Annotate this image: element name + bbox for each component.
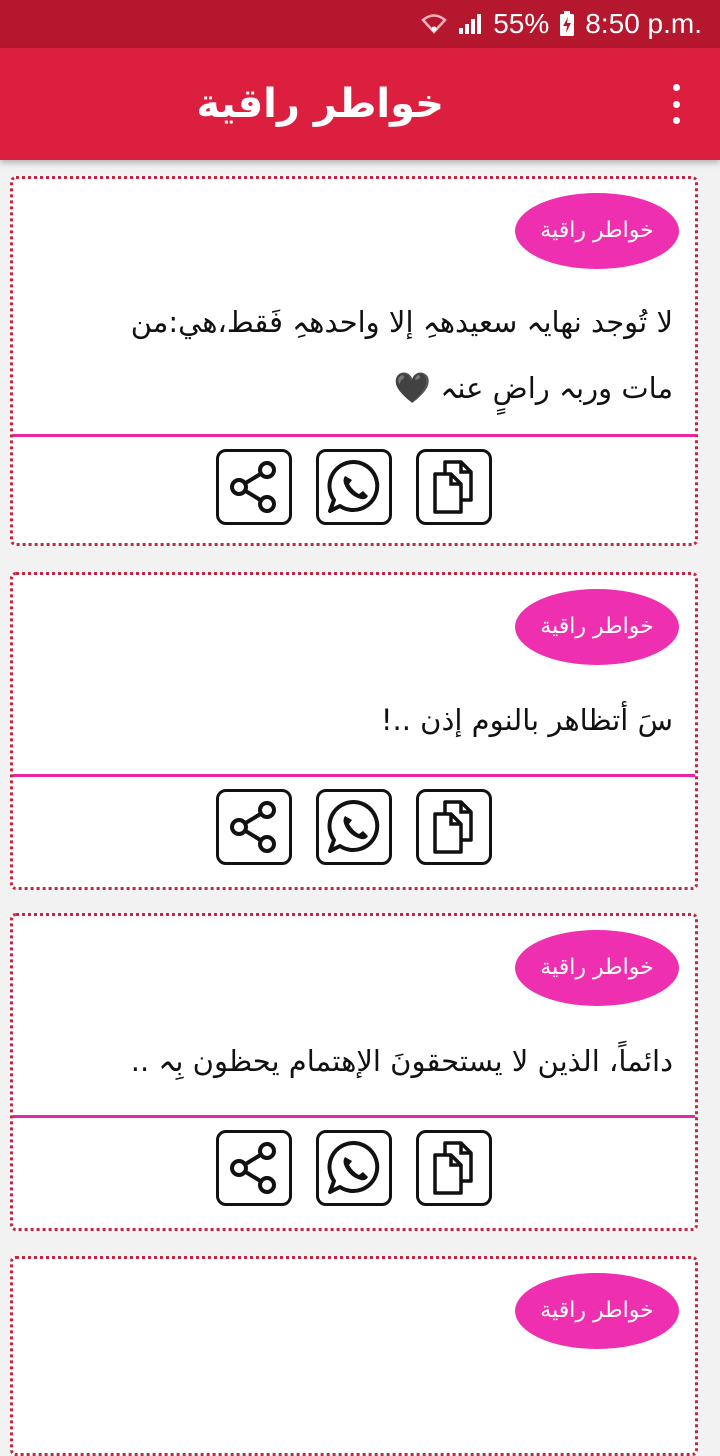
whatsapp-button[interactable] — [316, 789, 392, 865]
card-divider — [13, 434, 695, 437]
quote-card: خواطر راقية لا تُوجد نهايہ سعيدهہِ إلا و… — [10, 176, 698, 546]
copy-icon — [433, 460, 473, 514]
card-divider — [13, 774, 695, 777]
quote-text: دائماً، الذين لا يستحقونَ الإهتمام يحظون… — [41, 1028, 673, 1094]
share-icon — [230, 801, 276, 853]
status-bar: 55% 8:50 p.m. — [0, 0, 720, 48]
clock: 8:50 p.m. — [585, 8, 702, 39]
card-actions — [13, 449, 695, 525]
quote-card: خواطر راقية دائماً، الذين لا يستحقونَ ال… — [10, 913, 698, 1231]
quote-line: لا تُوجد نهايہ سعيدهہِ إلا واحدهہِ فَقط،… — [130, 305, 673, 339]
whatsapp-button[interactable] — [316, 449, 392, 525]
whatsapp-button[interactable] — [316, 1130, 392, 1206]
copy-icon — [433, 800, 473, 854]
black-heart-icon: 🖤 — [393, 371, 432, 406]
share-icon — [230, 1142, 276, 1194]
quote-card: خواطر راقية — [10, 1256, 698, 1456]
copy-button[interactable] — [416, 1130, 492, 1206]
copy-button[interactable] — [416, 789, 492, 865]
page-title: خواطر راقية — [196, 81, 444, 127]
card-actions — [13, 1130, 695, 1206]
quote-line: سَ أتظاهر بالنوم إذن ..! — [380, 703, 673, 737]
battery-charging-icon — [559, 11, 575, 37]
app-bar: خواطر راقية — [0, 48, 720, 160]
share-button[interactable] — [216, 789, 292, 865]
card-actions — [13, 789, 695, 865]
quote-text: لا تُوجد نهايہ سعيدهہِ إلا واحدهہِ فَقط،… — [41, 289, 673, 422]
whatsapp-icon — [327, 1140, 380, 1194]
signal-icon — [457, 12, 483, 36]
whatsapp-icon — [327, 459, 380, 513]
copy-button[interactable] — [416, 449, 492, 525]
category-badge: خواطر راقية — [515, 1273, 679, 1349]
quote-line-last: مات وربہ راضٍ عنہ 🖤 — [393, 371, 673, 406]
quote-text: سَ أتظاهر بالنوم إذن ..! — [41, 687, 673, 753]
battery-level: 55% — [493, 8, 550, 39]
copy-icon — [433, 1141, 473, 1195]
category-badge: خواطر راقية — [515, 589, 679, 665]
share-button[interactable] — [216, 449, 292, 525]
share-button[interactable] — [216, 1130, 292, 1206]
quote-line: دائماً، الذين لا يستحقونَ الإهتمام يحظون… — [130, 1044, 673, 1078]
wifi-icon — [421, 12, 448, 36]
category-badge: خواطر راقية — [515, 193, 679, 269]
quote-card: خواطر راقية سَ أتظاهر بالنوم إذن ..! — [10, 572, 698, 890]
more-vert-icon[interactable] — [660, 84, 692, 124]
category-badge: خواطر راقية — [515, 930, 679, 1006]
whatsapp-icon — [327, 799, 380, 853]
share-icon — [230, 461, 276, 513]
card-divider — [13, 1115, 695, 1118]
